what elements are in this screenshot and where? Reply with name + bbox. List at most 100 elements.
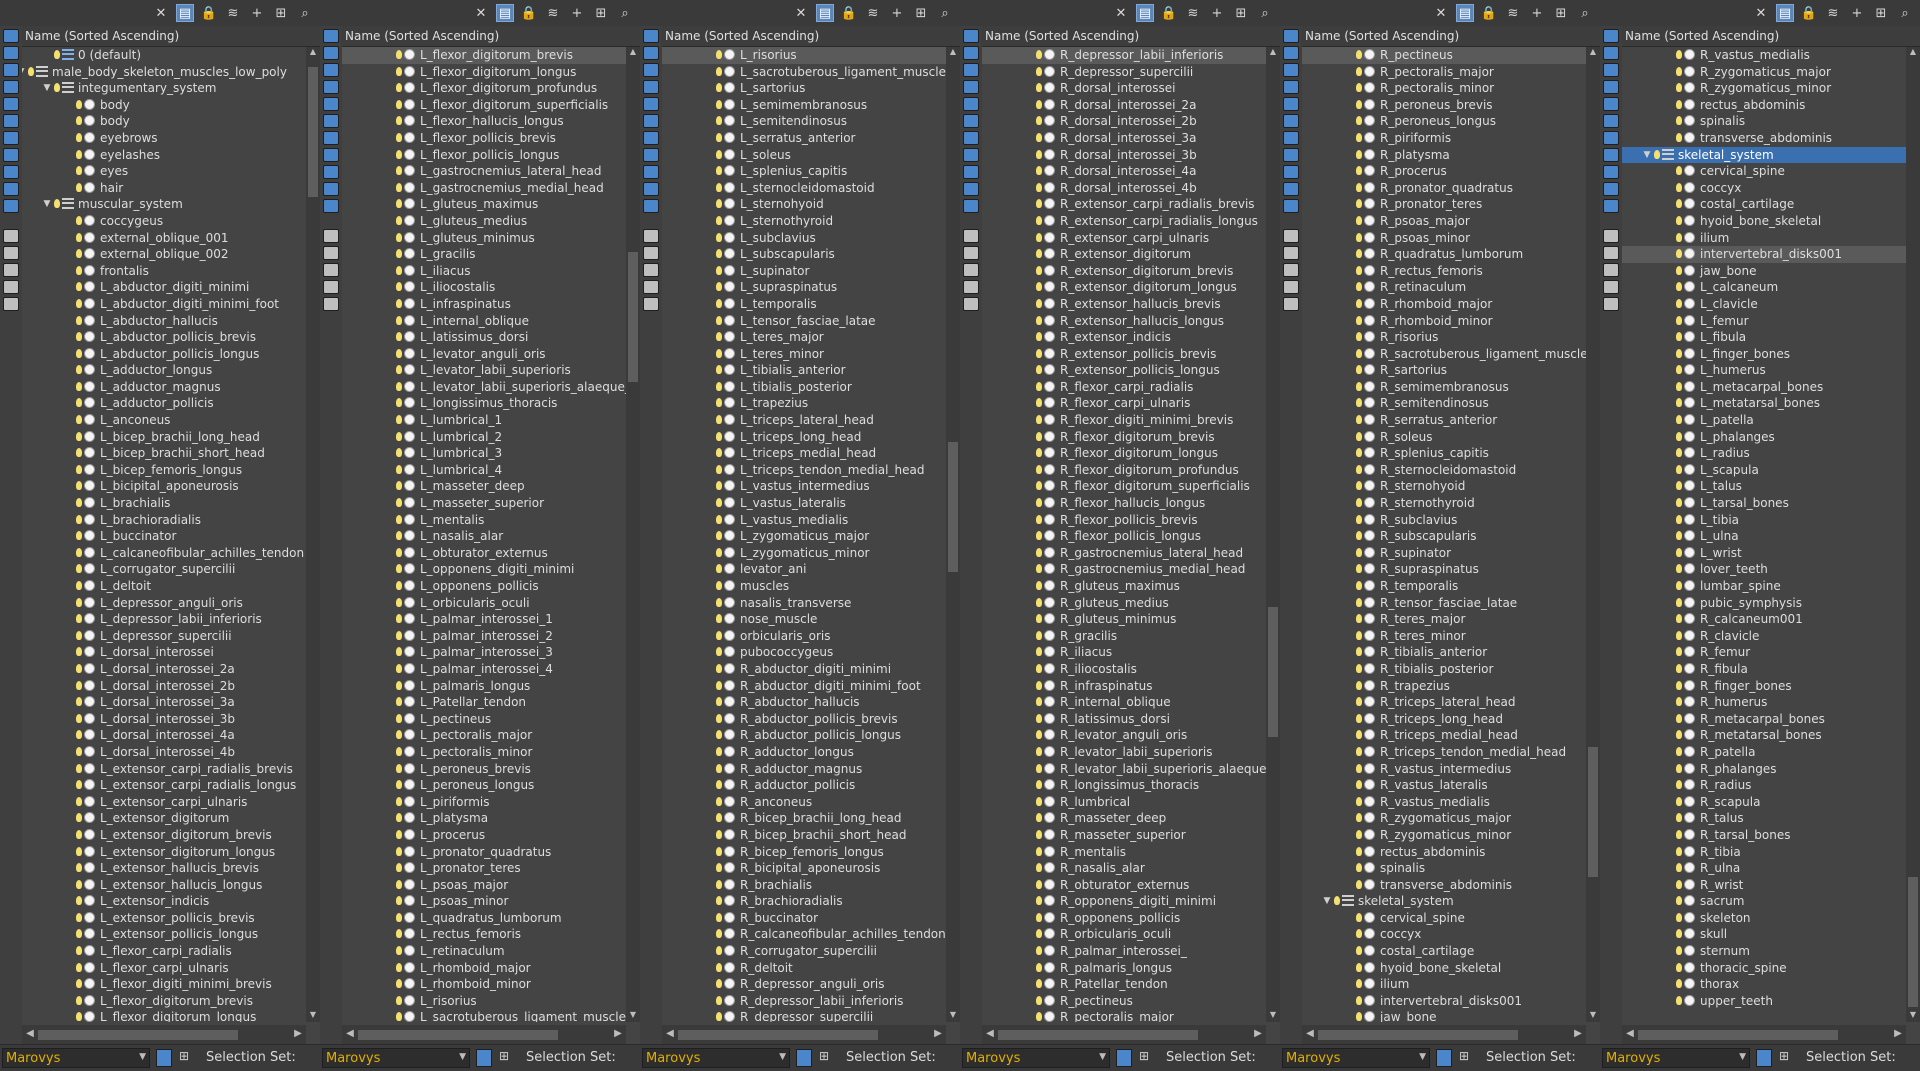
tree-row[interactable]: L_vastus_intermedius [662, 478, 946, 495]
tree-row[interactable]: R_orbicularis_oculi [982, 926, 1266, 943]
tree-row[interactable]: L_adductor_magnus [22, 379, 306, 396]
tree-row[interactable]: R_temporalis [1302, 578, 1586, 595]
tree-row[interactable]: L_extensor_carpi_ulnaris [22, 794, 306, 811]
tree-row[interactable]: 0 (default) [22, 47, 306, 64]
tree-row[interactable]: L_semitendinosus [662, 113, 946, 130]
frozen-icon[interactable] [643, 229, 659, 243]
groups-icon[interactable] [1283, 148, 1299, 162]
visibility-bulb-icon[interactable] [396, 232, 402, 242]
visibility-bulb-icon[interactable] [1356, 713, 1362, 723]
visibility-bulb-icon[interactable] [1356, 232, 1362, 242]
visibility-bulb-icon[interactable] [1356, 83, 1362, 93]
scroll-thumb[interactable] [1588, 747, 1598, 877]
filter-icon[interactable]: ▤ [1776, 4, 1794, 22]
filter-icon[interactable]: ▤ [496, 4, 514, 22]
visibility-bulb-icon[interactable] [1356, 863, 1362, 873]
xrefs-icon[interactable] [1603, 165, 1619, 179]
visibility-bulb-icon[interactable] [716, 979, 722, 989]
tree-row[interactable]: R_subclavius [1302, 512, 1586, 529]
tree-row[interactable]: R_triceps_medial_head [1302, 727, 1586, 744]
hierarchy-icon[interactable]: ⊞ [1552, 4, 1570, 22]
visibility-bulb-icon[interactable] [1676, 796, 1682, 806]
visibility-bulb-icon[interactable] [1676, 66, 1682, 76]
close-icon[interactable]: ✕ [152, 4, 170, 22]
visibility-bulb-icon[interactable] [1676, 116, 1682, 126]
tree-row[interactable]: R_abductor_pollicis_longus [662, 727, 946, 744]
vertical-scrollbar[interactable]: ▲ ▼ [626, 47, 640, 1022]
visibility-bulb-icon[interactable] [1356, 348, 1362, 358]
visibility-bulb-icon[interactable] [1356, 132, 1362, 142]
tree-row[interactable]: R_pectoralis_major [1302, 64, 1586, 81]
tree-row[interactable]: L_dorsal_interossei_2a [22, 661, 306, 678]
tree-row[interactable]: L_extensor_pollicis_brevis [22, 910, 306, 927]
tree-row[interactable]: R_pectoralis_major [982, 1009, 1266, 1022]
visibility-bulb-icon[interactable] [1676, 50, 1682, 59]
chevron-down-icon[interactable]: ▼ [42, 80, 52, 97]
visibility-bulb-icon[interactable] [1356, 365, 1362, 375]
tree-row[interactable]: spinalis [1622, 113, 1906, 130]
cameras-icon[interactable] [323, 97, 339, 111]
tree-row[interactable]: L_teres_minor [662, 346, 946, 363]
visibility-bulb-icon[interactable] [1036, 166, 1042, 176]
helpers-icon[interactable] [643, 114, 659, 128]
visibility-bulb-icon[interactable] [716, 464, 722, 474]
visibility-bulb-icon[interactable] [396, 730, 402, 740]
visibility-bulb-icon[interactable] [1676, 564, 1682, 574]
visibility-bulb-icon[interactable] [1036, 182, 1042, 192]
visibility-bulb-icon[interactable] [1676, 282, 1682, 292]
tree-row[interactable]: L_zygomaticus_major [662, 528, 946, 545]
tree-row[interactable]: R_levator_labii_superioris [982, 744, 1266, 761]
tree-row[interactable]: R_subscapularis [1302, 528, 1586, 545]
visibility-bulb-icon[interactable] [1676, 912, 1682, 922]
visibility-bulb-icon[interactable] [1676, 863, 1682, 873]
layers-icon[interactable]: ≋ [1824, 4, 1842, 22]
visibility-bulb-icon[interactable] [396, 680, 402, 690]
tree-row[interactable]: rectus_abdominis [1302, 844, 1586, 861]
scroll-right-icon[interactable]: ▶ [1252, 1028, 1264, 1039]
visibility-bulb-icon[interactable] [396, 780, 402, 790]
visibility-bulb-icon[interactable] [76, 166, 82, 176]
layers-icon[interactable]: ≋ [1504, 4, 1522, 22]
tree-row[interactable]: L_calcaneofibular_achilles_tendon [22, 545, 306, 562]
tree-row[interactable]: R_zygomaticus_minor [1622, 80, 1906, 97]
tree-row[interactable]: L_brachialis [22, 495, 306, 512]
tree-row[interactable]: L_triceps_long_head [662, 429, 946, 446]
close-icon[interactable]: ✕ [1112, 4, 1130, 22]
visibility-bulb-icon[interactable] [1036, 348, 1042, 358]
visibility-bulb-icon[interactable] [1676, 730, 1682, 740]
tree-row[interactable]: R_extensor_carpi_radialis_longus [982, 213, 1266, 230]
tree-row[interactable]: R_sternohyoid [1302, 478, 1586, 495]
visibility-bulb-icon[interactable] [396, 448, 402, 458]
visibility-bulb-icon[interactable] [1036, 962, 1042, 972]
tree-row[interactable]: sternum [1622, 943, 1906, 960]
tree-row[interactable]: L_sternocleidomastoid [662, 180, 946, 197]
cameras-icon[interactable] [643, 97, 659, 111]
visibility-bulb-icon[interactable] [396, 365, 402, 375]
visibility-bulb-icon[interactable] [396, 83, 402, 93]
tree-row[interactable]: L_rectus_femoris [342, 926, 626, 943]
visibility-bulb-icon[interactable] [1036, 697, 1042, 707]
containers-icon[interactable] [323, 199, 339, 213]
tree-row[interactable]: R_brachioradialis [662, 893, 946, 910]
containers-icon[interactable] [963, 199, 979, 213]
shapes-icon[interactable] [1283, 63, 1299, 77]
visibility-bulb-icon[interactable] [76, 879, 82, 889]
tree-row[interactable]: R_psoas_major [1302, 213, 1586, 230]
tree-row[interactable]: L_mentalis [342, 512, 626, 529]
tree-row[interactable]: R_anconeus [662, 794, 946, 811]
tree-row[interactable]: R_adductor_pollicis [662, 777, 946, 794]
tree-row[interactable]: L_quadratus_lumborum [342, 910, 626, 927]
tree-row[interactable]: L_bicep_femoris_longus [22, 462, 306, 479]
tree-row[interactable]: R_supraspinatus [1302, 561, 1586, 578]
tree-row[interactable]: pubococcygeus [662, 644, 946, 661]
helpers-icon[interactable] [1603, 114, 1619, 128]
cameras-icon[interactable] [963, 97, 979, 111]
tree-row[interactable]: R_palmar_interossei_ [982, 943, 1266, 960]
visibility-bulb-icon[interactable] [1356, 315, 1362, 325]
visibility-bulb-icon[interactable] [1676, 995, 1682, 1005]
visibility-bulb-icon[interactable] [1036, 282, 1042, 292]
visibility-bulb-icon[interactable] [76, 630, 82, 640]
visibility-bulb-icon[interactable] [1676, 381, 1682, 391]
visibility-bulb-icon[interactable] [716, 132, 722, 142]
tree-row[interactable]: L_abductor_pollicis_longus [22, 346, 306, 363]
